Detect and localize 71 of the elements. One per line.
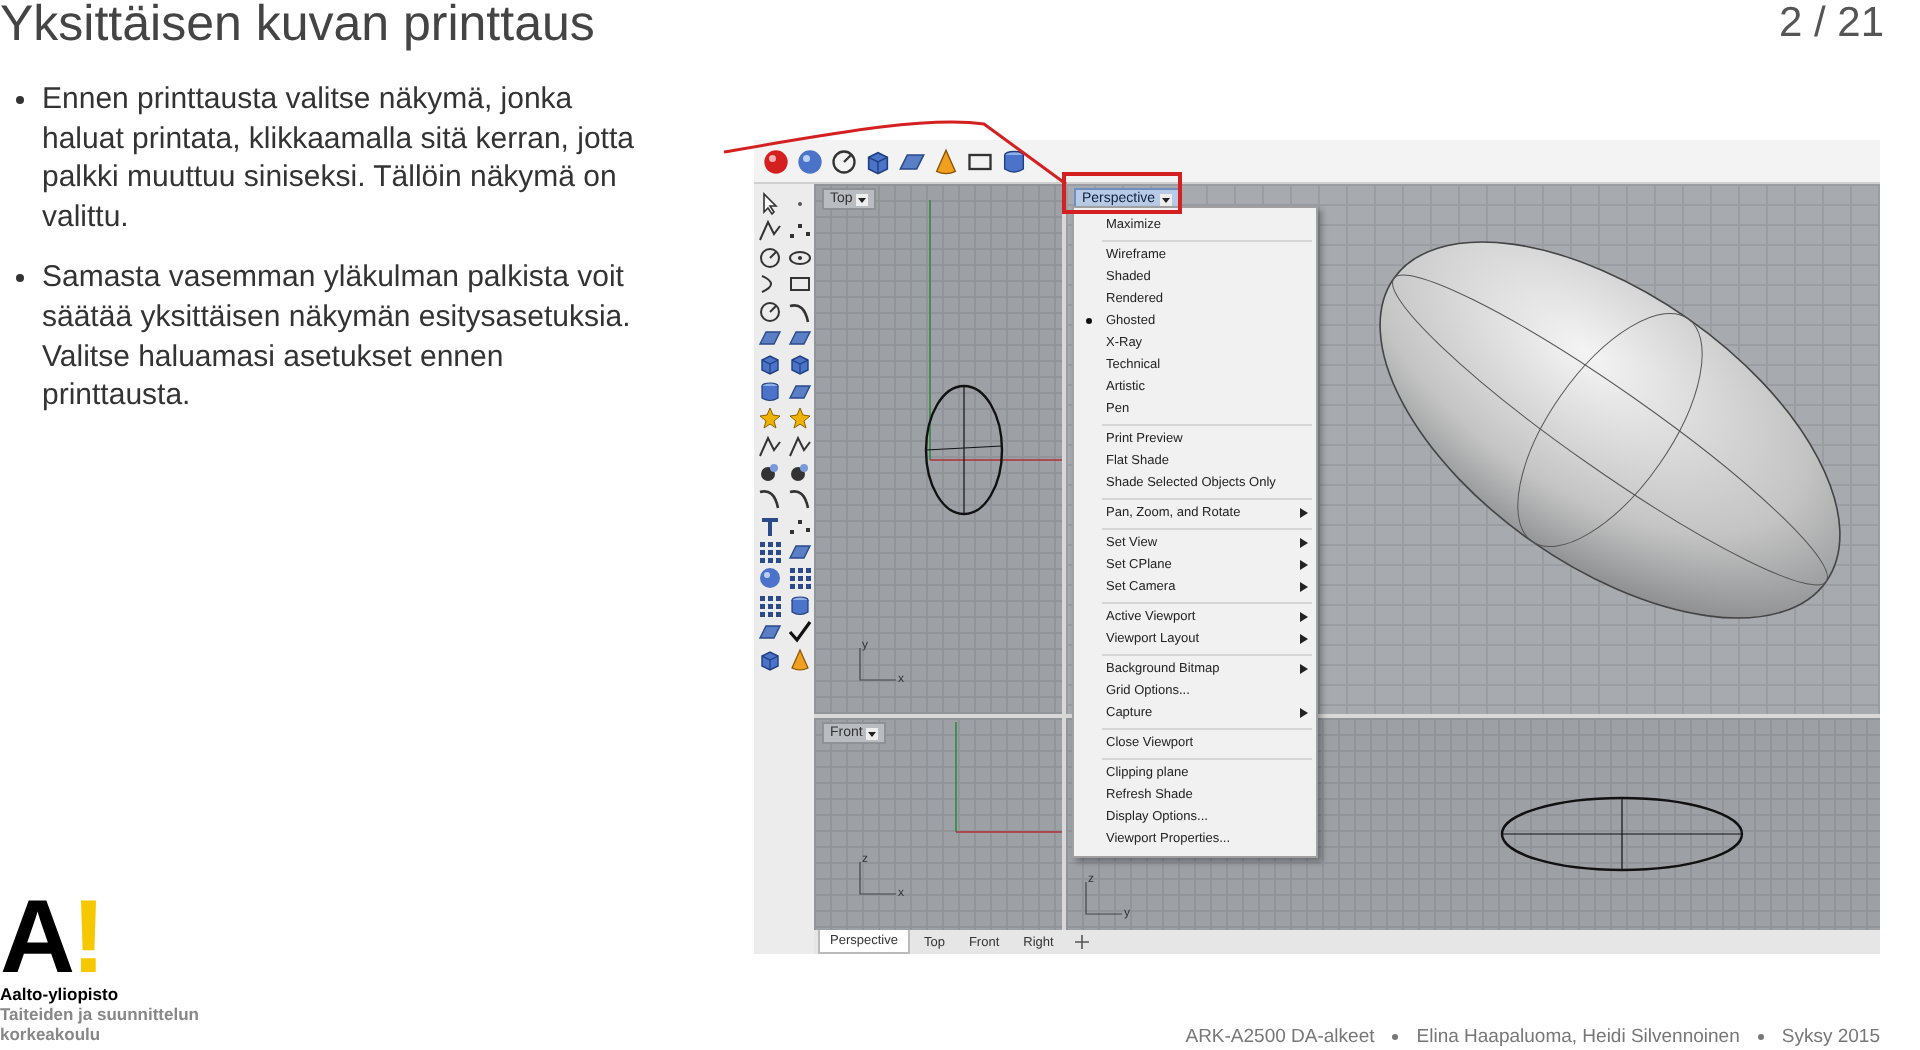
- page-number: 2 / 21: [1778, 0, 1884, 50]
- points-icon[interactable]: [788, 218, 812, 243]
- submenu-arrow-icon: [1300, 560, 1308, 570]
- submenu-arrow-icon: [1300, 582, 1308, 592]
- footer-text: Syksy 2015: [1781, 1026, 1880, 1048]
- dropdown-arrow-icon[interactable]: [1159, 193, 1172, 205]
- separator-dot-icon: [1392, 1034, 1399, 1040]
- blob-icon[interactable]: [758, 459, 782, 484]
- z-axis-line: [955, 721, 957, 833]
- highlight-frame: [1062, 172, 1182, 214]
- submenu-arrow-icon: [1300, 508, 1308, 518]
- polyline-icon[interactable]: [758, 433, 782, 458]
- sphere-icon[interactable]: [758, 566, 782, 591]
- circle-icon[interactable]: [758, 299, 782, 324]
- grid-icon[interactable]: [758, 540, 782, 565]
- separator-dot-icon: [1757, 1034, 1764, 1040]
- axis-indicator-icon: [1085, 881, 1123, 915]
- polyline-icon[interactable]: [788, 433, 812, 458]
- dropdown-arrow-icon[interactable]: [866, 727, 879, 739]
- cube-icon[interactable]: [864, 147, 892, 175]
- sphere-icon[interactable]: [796, 147, 824, 175]
- x-axis-line: [955, 831, 1062, 833]
- ellipse-drawing: [924, 384, 1004, 516]
- logo-name: Aalto-yliopisto: [0, 984, 119, 1004]
- cylinder-icon[interactable]: [788, 593, 812, 618]
- cube-icon[interactable]: [758, 352, 782, 377]
- blob-icon[interactable]: [788, 459, 812, 484]
- logo-school: Taiteiden ja suunnittelun: [0, 1004, 199, 1024]
- cylinder-icon[interactable]: [1000, 147, 1028, 175]
- check-icon[interactable]: [788, 620, 812, 645]
- bullet-icon: [16, 274, 24, 283]
- cube-icon[interactable]: [758, 647, 782, 672]
- text-icon[interactable]: [758, 513, 782, 538]
- cylinder-icon[interactable]: [758, 379, 782, 404]
- star-icon[interactable]: [788, 406, 812, 431]
- cursor-icon[interactable]: [758, 192, 782, 216]
- submenu-arrow-icon: [1300, 634, 1308, 644]
- x-axis-line: [929, 459, 1062, 461]
- polyline-icon[interactable]: [758, 218, 782, 243]
- circle-icon[interactable]: [758, 245, 782, 270]
- rectangle-icon[interactable]: [788, 272, 812, 297]
- submenu-arrow-icon: [1300, 538, 1308, 548]
- bullet-text: Ennen printtausta valitse näkymä, jonka haluat printata, klikkaamalla sitä kerran, jotta palkki muuttuu siniseksi. Tällöin näkymä on valittu.: [42, 80, 636, 237]
- logo-school: korkeakoulu: [0, 1024, 101, 1044]
- footer-text: Elina Haapaluoma, Heidi Silvennoinen: [1416, 1026, 1740, 1048]
- axis-indicator-icon: [859, 647, 897, 681]
- submenu-arrow-icon: [1300, 708, 1308, 718]
- grid-icon[interactable]: [788, 566, 812, 591]
- logo-mark: A!: [0, 896, 102, 980]
- bullet-text: Samasta vasemman yläkulman palkista voit säätää yksittäisen näkymän esitysasetuksia. Valitse haluamasi asetukset ennen printtausta.: [42, 258, 633, 416]
- bullet-icon: [16, 96, 24, 104]
- curve-icon[interactable]: [788, 486, 812, 511]
- surface-icon[interactable]: [758, 620, 782, 645]
- grid-icon[interactable]: [758, 593, 782, 618]
- footer-text: ARK-A2500 DA-alkeet: [1185, 1026, 1375, 1048]
- ellipse-icon[interactable]: [788, 245, 812, 270]
- dropdown-arrow-icon[interactable]: [856, 193, 869, 205]
- curve-icon[interactable]: [758, 486, 782, 511]
- surface-icon[interactable]: [758, 325, 782, 350]
- cube-icon[interactable]: [788, 352, 812, 377]
- submenu-arrow-icon: [1300, 612, 1308, 622]
- sphere-icon[interactable]: [762, 147, 790, 175]
- curve-icon[interactable]: [788, 299, 812, 324]
- cone-icon[interactable]: [932, 147, 960, 175]
- cone-icon[interactable]: [788, 647, 812, 672]
- submenu-arrow-icon: [1300, 664, 1308, 674]
- star-icon[interactable]: [758, 406, 782, 431]
- axis-indicator-icon: [859, 861, 897, 895]
- wireframe-sphere-icon[interactable]: [830, 147, 858, 175]
- plus-icon[interactable]: [1073, 934, 1090, 950]
- slide-title: Yksittäisen kuvan printtaus: [0, 0, 595, 52]
